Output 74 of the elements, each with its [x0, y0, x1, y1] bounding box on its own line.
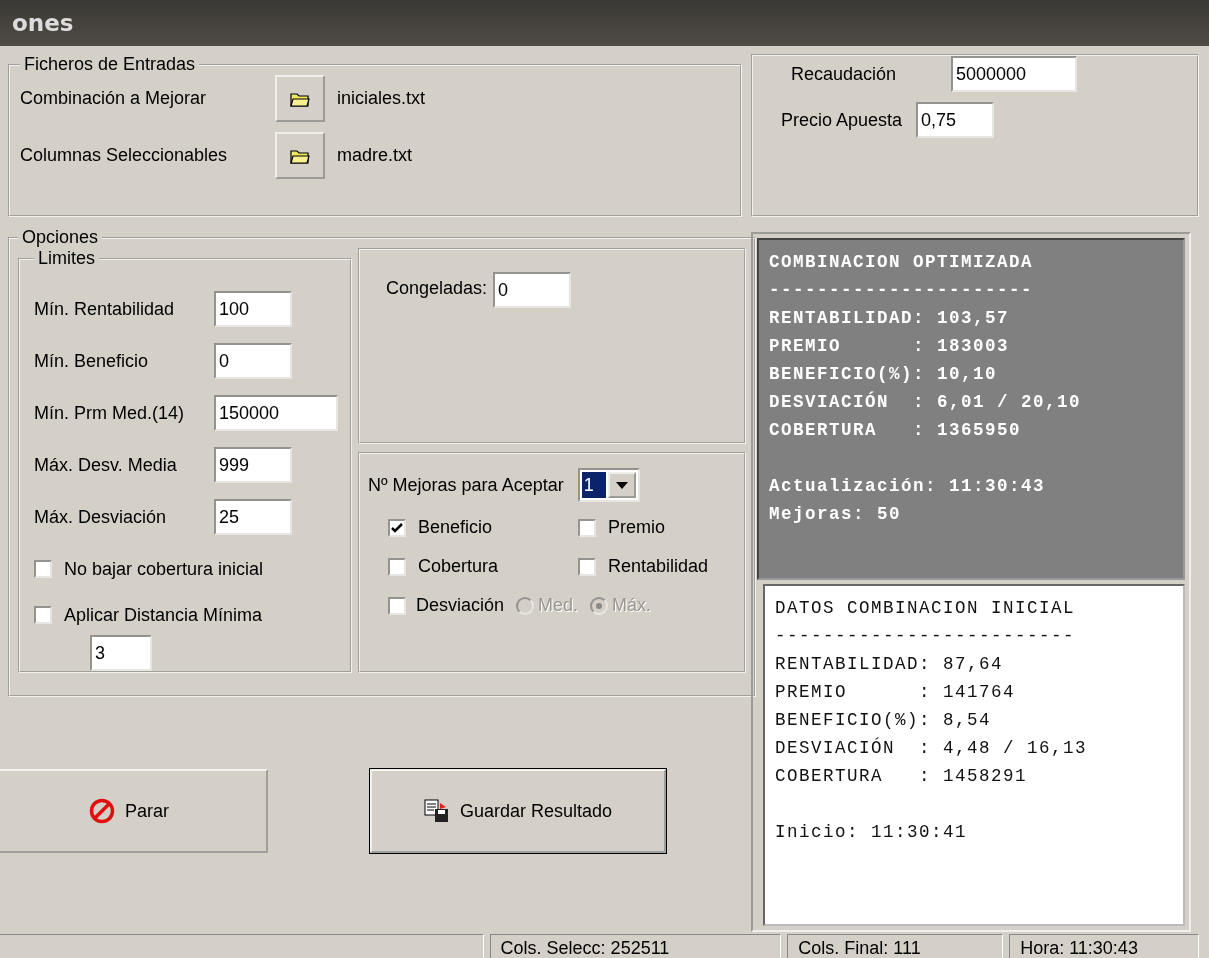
field-label: Nº Mejoras para Aceptar — [368, 474, 564, 496]
checkbox[interactable] — [388, 557, 406, 576]
checkbox[interactable] — [34, 606, 52, 624]
input-field[interactable]: 0 — [493, 272, 572, 308]
checkbox-label: No bajar cobertura inicial — [64, 558, 264, 580]
field-label: Mín. Rentabilidad — [34, 298, 176, 320]
input-field[interactable]: 150000 — [214, 395, 338, 431]
checkbox-label: Aplicar Distancia Mínima — [64, 604, 263, 626]
open-file-button[interactable] — [275, 75, 325, 122]
dropdown-value: 1 — [581, 472, 606, 498]
result-line: BENEFICIO(%): 10,10 — [769, 363, 999, 386]
open-file-button[interactable] — [275, 132, 325, 179]
status-text: Cols. Selecc: 252511 — [489, 934, 782, 958]
checkbox[interactable] — [578, 518, 596, 537]
checkbox-label: Cobertura — [418, 556, 499, 577]
result-line: ---------------------- — [769, 279, 1035, 302]
checkbox[interactable] — [578, 557, 596, 576]
checkbox-label: Premio — [608, 517, 665, 538]
input-field[interactable]: 999 — [214, 447, 292, 483]
radio-label: Med. — [538, 595, 579, 616]
result-line: ------------------------- — [775, 625, 1077, 648]
checkbox[interactable] — [388, 596, 406, 615]
group-title: Limites — [37, 248, 96, 269]
folder-icon — [290, 147, 310, 164]
save-button[interactable]: Guardar Resultado — [370, 769, 666, 853]
result-line: Inicio: 11:30:41 — [775, 821, 969, 844]
result-line: Actualización: 11:30:43 — [769, 475, 1047, 498]
field-label: Mín. Prm Med.(14) — [34, 402, 186, 424]
folder-icon — [290, 90, 310, 107]
field-label: Congeladas: — [386, 278, 488, 299]
group-title: Ficheros de Entradas — [23, 54, 197, 75]
stop-button[interactable]: Parar — [0, 769, 268, 853]
window-title: ones — [12, 10, 74, 36]
result-line: DESVIACIÓN : 6,01 / 20,10 — [769, 390, 1083, 414]
input-field[interactable]: 0 — [214, 343, 292, 379]
input-field[interactable]: 25 — [214, 499, 292, 535]
file-name: iniciales.txt — [337, 88, 426, 109]
field-label: Precio Apuesta — [781, 109, 903, 131]
result-line: COMBINACION OPTIMIZADA — [769, 251, 1035, 274]
prohibited-icon — [89, 798, 115, 824]
input-field[interactable]: 5000000 — [951, 56, 1077, 92]
field-label: Combinación a Mejorar — [20, 88, 208, 109]
count-dropdown[interactable]: 1 — [577, 468, 640, 502]
field-label: Recaudación — [791, 63, 898, 85]
input-field[interactable]: 100 — [214, 291, 292, 327]
caret-icon — [615, 481, 628, 489]
input-field[interactable]: 3 — [90, 635, 152, 671]
dropdown-arrow-button[interactable] — [607, 472, 636, 498]
field-label: Columnas Seleccionables — [20, 145, 229, 166]
status-text: Hora: 11:30:43 — [1009, 934, 1199, 958]
result-line: RENTABILIDAD: 87,64 — [775, 653, 1005, 676]
checkbox-label: Desviación — [416, 595, 505, 616]
result-line: DATOS COMBINACION INICIAL — [775, 597, 1077, 620]
result-line: COBERTURA : 1365950 — [769, 419, 1023, 442]
result-line: Mejoras: 50 — [769, 503, 903, 526]
result-line: PREMIO : 183003 — [769, 335, 1011, 358]
group-title: Opciones — [21, 227, 100, 248]
checkbox[interactable] — [34, 560, 52, 578]
save-document-icon — [423, 799, 450, 823]
status-text: Cols. Final: 111 — [787, 934, 1004, 958]
result-line: BENEFICIO(%): 8,54 — [775, 709, 993, 732]
checkbox-label: Rentabilidad — [608, 556, 709, 577]
field-label: Máx. Desviación — [34, 506, 168, 528]
checkbox-label: Beneficio — [418, 517, 493, 538]
result-line: COBERTURA : 1458291 — [775, 765, 1029, 788]
file-name: madre.txt — [337, 145, 413, 166]
input-field[interactable]: 0,75 — [916, 102, 995, 138]
result-line: DESVIACIÓN : 4,48 / 16,13 — [775, 736, 1089, 760]
radio-label: Máx. — [612, 595, 652, 616]
checkbox[interactable] — [388, 518, 406, 537]
result-line: PREMIO : 141764 — [775, 681, 1017, 704]
result-line: RENTABILIDAD: 103,57 — [769, 307, 1011, 330]
field-label: Mín. Beneficio — [34, 350, 150, 372]
field-label: Máx. Desv. Media — [34, 454, 178, 476]
